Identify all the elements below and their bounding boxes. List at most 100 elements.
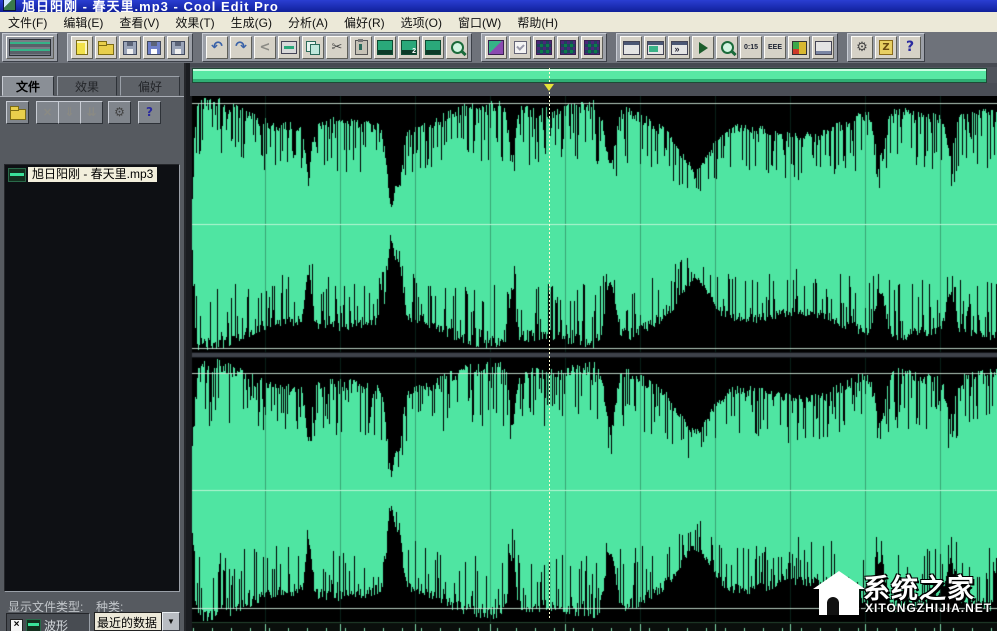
menu-a[interactable]: 分析(A) <box>280 12 336 33</box>
menu-g[interactable]: 生成(G) <box>223 12 280 33</box>
menu-h[interactable]: 帮助(H) <box>509 12 566 33</box>
toolbar: ↶ ↷ < ✂ 2 0:15 EEE ⚙ Z? <box>0 32 997 63</box>
time-window-button[interactable]: 0:15 <box>740 36 762 59</box>
tab-favorites[interactable]: 偏好 <box>120 76 180 96</box>
menu-r[interactable]: 偏好(R) <box>336 12 393 33</box>
redo-button[interactable]: ↷ <box>230 36 252 59</box>
save-icon <box>123 41 137 55</box>
playback-cursor[interactable] <box>549 68 550 618</box>
sort-dropdown[interactable]: 最近的数据 ▼ <box>94 612 180 631</box>
overview-scroll-bar[interactable] <box>192 68 987 83</box>
sample-format-icon: EEE <box>768 44 782 51</box>
list-options-button[interactable]: ⚙ <box>108 101 131 124</box>
title-bar[interactable]: 旭日阳刚 - 春天里.mp3 - Cool Edit Pro <box>0 0 997 12</box>
insert-to-multitrack-button[interactable]: ⇓ <box>58 101 81 124</box>
files-tab-content: ×⇓⇊⚙? 旭日阳刚 - 春天里.mp3 显示文件类型: 种类: ×波形×♪MI… <box>0 96 184 631</box>
transport-play-button[interactable] <box>692 36 714 59</box>
trim-icon <box>281 41 297 54</box>
script-icon: Z <box>879 40 892 55</box>
organizer-panel: 文件效果偏好 ×⇓⇊⚙? 旭日阳刚 - 春天里.mp3 显示文件类型: 种类: … <box>0 63 186 631</box>
color-tiles-button[interactable] <box>788 36 810 59</box>
tiles-icon <box>792 41 807 55</box>
group-view-2-button[interactable] <box>557 36 579 59</box>
chevron-down-icon[interactable]: ▼ <box>162 612 180 631</box>
spectral-view-button[interactable] <box>485 36 507 59</box>
grid-icon <box>584 40 600 55</box>
cue-list-button[interactable] <box>644 36 666 59</box>
menu-v[interactable]: 查看(V) <box>111 12 167 33</box>
multitrack-view-button[interactable] <box>6 36 54 59</box>
house-logo-icon <box>811 569 867 619</box>
undo-icon: ↶ <box>211 41 223 54</box>
close-file-button[interactable]: × <box>36 101 59 124</box>
window-plain-button[interactable] <box>620 36 642 59</box>
toolbar-group <box>67 33 193 62</box>
close-icon: × <box>42 106 52 119</box>
sample-format-button[interactable]: EEE <box>764 36 786 59</box>
menu-w[interactable]: 窗口(W) <box>450 12 509 33</box>
help-button[interactable]: ? <box>899 36 921 59</box>
cursor-strip[interactable] <box>190 83 997 97</box>
scripts-button[interactable]: Z <box>875 36 897 59</box>
group-view-3-button[interactable] <box>581 36 603 59</box>
cool-edit-pro-window: 旭日阳刚 - 春天里.mp3 - Cool Edit Pro 文件(F)编辑(E… <box>0 0 997 631</box>
gears-icon: ⚙ <box>114 106 125 119</box>
trim-button[interactable] <box>278 36 300 59</box>
open-folder-icon <box>10 109 26 120</box>
paste-icon <box>355 40 368 55</box>
save-all-button[interactable] <box>167 36 189 59</box>
checkbox[interactable]: × <box>10 619 23 631</box>
cursor-tool-button[interactable]: < <box>254 36 276 59</box>
undo-button[interactable]: ↶ <box>206 36 228 59</box>
new-file-button[interactable] <box>71 36 93 59</box>
group-view-1-button[interactable] <box>533 36 555 59</box>
copy-to-new-button[interactable]: 2 <box>398 36 420 59</box>
help-icon: ? <box>146 106 153 119</box>
menu-o[interactable]: 选项(O) <box>393 12 450 33</box>
menu-bar: 文件(F)编辑(E)查看(V)效果(T)生成(G)分析(A)偏好(R)选项(O)… <box>0 12 997 33</box>
edit-enable-button[interactable] <box>509 36 531 59</box>
sort-dropdown-value: 最近的数据 <box>94 612 162 631</box>
save-file-button[interactable] <box>119 36 141 59</box>
window-icon <box>623 41 640 55</box>
stereo-waveform[interactable] <box>190 96 997 631</box>
zoom-window-button[interactable] <box>716 36 738 59</box>
zoom-to-selection-button[interactable] <box>446 36 468 59</box>
waveform-display[interactable]: 系统之家 XITONGZHIJIA.NET <box>186 63 997 631</box>
mix-paste-button[interactable] <box>422 36 444 59</box>
paste-to-new-button[interactable] <box>374 36 396 59</box>
copy-button[interactable] <box>302 36 324 59</box>
play-icon <box>699 42 708 54</box>
file-list-item[interactable]: 旭日阳刚 - 春天里.mp3 <box>6 166 179 183</box>
status-bar-icon <box>815 41 832 55</box>
tab-files[interactable]: 文件 <box>2 76 54 96</box>
cursor-icon: < <box>260 41 271 54</box>
insert-to-cdlist-button[interactable]: ⇊ <box>80 101 103 124</box>
settings-button[interactable]: ⚙ <box>851 36 873 59</box>
save-as-button[interactable] <box>143 36 165 59</box>
menu-e[interactable]: 编辑(E) <box>55 12 111 33</box>
play-list-button[interactable] <box>668 36 690 59</box>
grid-icon <box>560 40 576 55</box>
scissors-icon: ✂ <box>332 41 343 54</box>
new-file-icon <box>76 40 88 55</box>
waveform-icon <box>26 619 41 631</box>
gears-icon: ⚙ <box>856 41 868 54</box>
paste-button[interactable] <box>350 36 372 59</box>
playback-cursor-handle[interactable] <box>544 84 554 91</box>
grid-icon <box>536 40 552 55</box>
menu-f[interactable]: 文件(F) <box>0 12 55 33</box>
status-bar-button[interactable] <box>812 36 834 59</box>
menu-t[interactable]: 效果(T) <box>167 12 222 33</box>
help-button[interactable]: ? <box>138 101 161 124</box>
open-file-button[interactable] <box>6 101 29 124</box>
tab-effects[interactable]: 效果 <box>57 76 117 96</box>
watermark-url: XITONGZHIJIA.NET <box>865 601 992 615</box>
cue-list-icon <box>647 41 664 55</box>
toolbar-group: ⚙ Z? <box>847 33 925 62</box>
toolbar-group <box>2 33 58 62</box>
help-icon: ? <box>906 41 914 54</box>
open-file-button[interactable] <box>95 36 117 59</box>
file-list[interactable]: 旭日阳刚 - 春天里.mp3 <box>4 164 180 592</box>
cut-button[interactable]: ✂ <box>326 36 348 59</box>
